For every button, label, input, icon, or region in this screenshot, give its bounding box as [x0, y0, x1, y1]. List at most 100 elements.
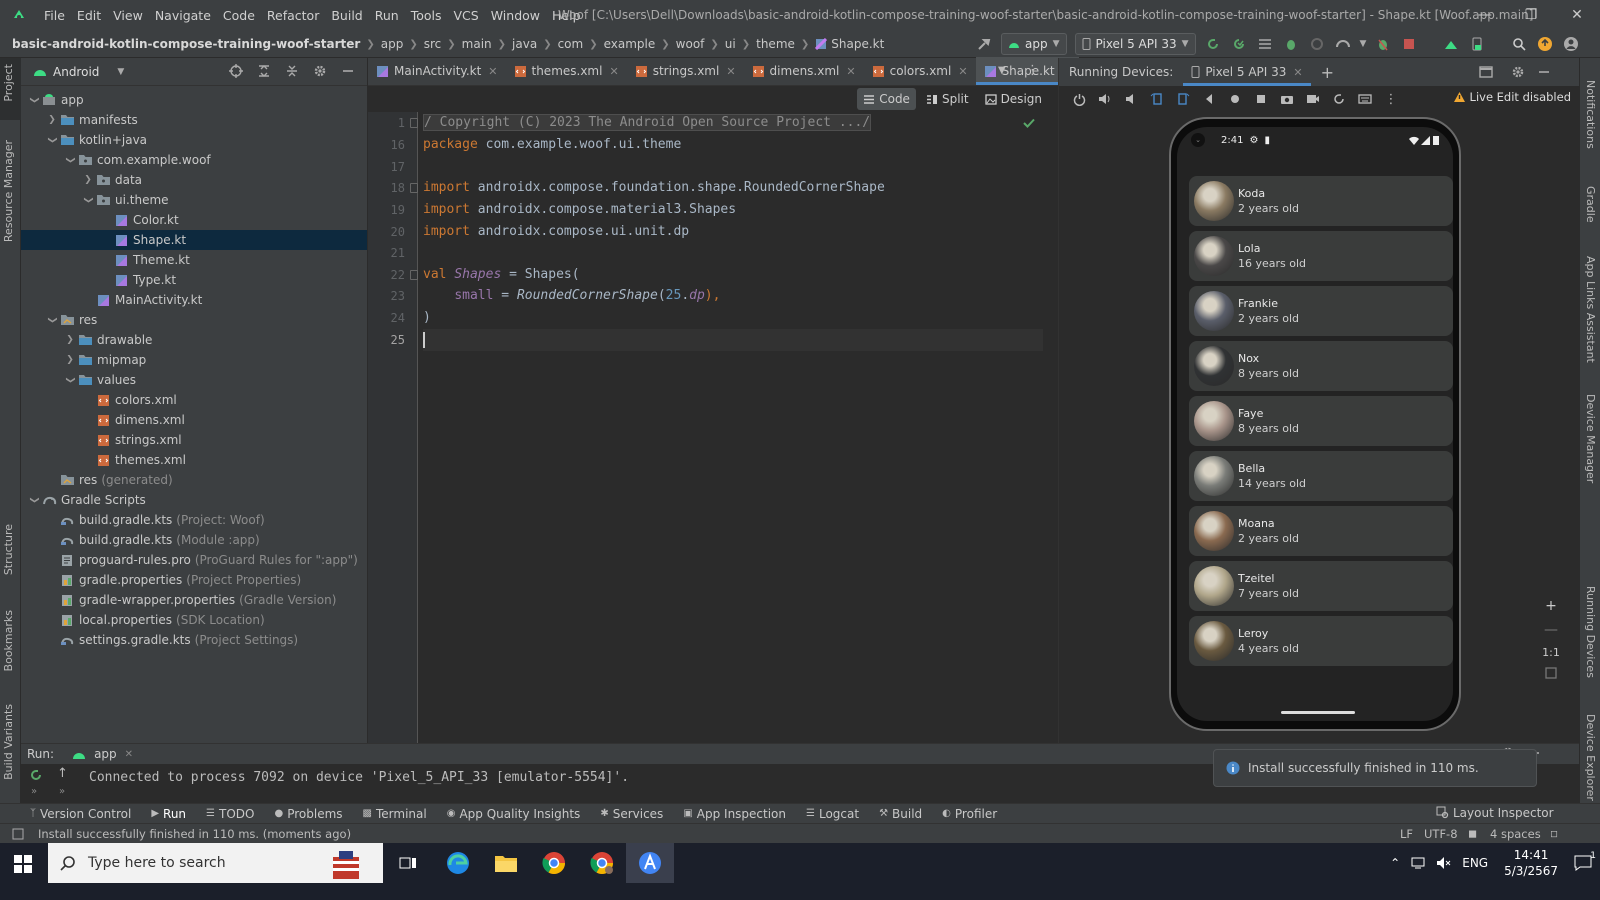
- tool-window-run[interactable]: ▶ Run: [151, 807, 186, 821]
- tool-window-version-control[interactable]: ᛉ Version Control: [30, 807, 131, 821]
- editor-tab[interactable]: themes.xml ✕: [506, 57, 627, 85]
- tree-item[interactable]: ❯ data: [21, 170, 367, 190]
- tree-item[interactable]: ❯ drawable: [21, 330, 367, 350]
- lock-icon[interactable]: ◼: [1468, 827, 1477, 840]
- tree-item[interactable]: colors.xml: [21, 390, 367, 410]
- tree-item[interactable]: themes.xml: [21, 450, 367, 470]
- dog-card[interactable]: Frankie 2 years old: [1189, 286, 1453, 336]
- layout-inspector-button[interactable]: Layout Inspector: [1436, 806, 1554, 820]
- volume-up-icon[interactable]: [1095, 89, 1115, 109]
- speaker-muted-icon[interactable]: [1436, 856, 1452, 870]
- project-view-selector[interactable]: Android: [53, 65, 99, 79]
- tree-item[interactable]: gradle.properties (Project Properties): [21, 570, 367, 590]
- apply-changes-icon[interactable]: [1230, 35, 1248, 53]
- code-line[interactable]: import androidx.compose.foundation.shape…: [423, 177, 885, 199]
- close-icon[interactable]: ✕: [846, 65, 855, 78]
- chevron-down-icon[interactable]: ▼: [117, 67, 124, 77]
- close-icon[interactable]: ✕: [726, 65, 735, 78]
- android-studio-taskbar-icon[interactable]: [626, 843, 674, 883]
- console-output[interactable]: Connected to process 7092 on device 'Pix…: [89, 770, 629, 785]
- app-links-tool-tab[interactable]: App Links Assistant: [1584, 256, 1597, 363]
- network-icon[interactable]: [1410, 856, 1426, 870]
- device-explorer-tool-tab[interactable]: Device Explorer: [1584, 714, 1597, 801]
- screenshot-icon[interactable]: [1277, 89, 1297, 109]
- tool-window-services[interactable]: ✱ Services: [600, 807, 663, 821]
- tool-window-profiler[interactable]: ◐ Profiler: [942, 807, 997, 821]
- code-view-button[interactable]: Code: [857, 88, 916, 110]
- more-options-icon[interactable]: ⋮: [1026, 63, 1039, 78]
- breadcrumb-item[interactable]: theme: [756, 37, 795, 51]
- chevron-up-icon[interactable]: ⌃: [1390, 856, 1400, 870]
- device-selector[interactable]: Pixel 5 API 33 ▼: [1074, 33, 1196, 55]
- reset-icon[interactable]: [1329, 89, 1349, 109]
- list-icon[interactable]: [1256, 35, 1274, 53]
- editor-tab[interactable]: colors.xml ✕: [864, 57, 976, 85]
- tree-item[interactable]: ❯ ui.theme: [21, 190, 367, 210]
- structure-tool-tab[interactable]: Structure: [2, 524, 15, 575]
- stop-icon[interactable]: [1400, 35, 1418, 53]
- breadcrumb-item[interactable]: Shape.kt: [831, 37, 884, 51]
- breadcrumb-item[interactable]: src: [424, 37, 442, 51]
- screen-record-icon[interactable]: [1303, 89, 1323, 109]
- power-icon[interactable]: [1069, 89, 1089, 109]
- status-message[interactable]: Install successfully finished in 110 ms.…: [38, 827, 351, 841]
- dog-card[interactable]: Nox 8 years old: [1189, 341, 1453, 391]
- tree-item[interactable]: Theme.kt: [21, 250, 367, 270]
- code-line[interactable]: import androidx.compose.material3.Shapes: [423, 199, 736, 221]
- close-icon[interactable]: ✕: [488, 65, 497, 78]
- tree-item[interactable]: ❯ Gradle Scripts: [21, 490, 367, 510]
- chevron-down-icon[interactable]: ❯: [65, 153, 75, 167]
- menu-code[interactable]: Code: [223, 8, 255, 23]
- tree-item[interactable]: ❯ values: [21, 370, 367, 390]
- keyboard-icon[interactable]: [1355, 89, 1375, 109]
- menu-window[interactable]: Window: [491, 8, 540, 23]
- language-indicator[interactable]: ENG: [1462, 856, 1488, 870]
- more-vert-icon[interactable]: ⋮: [1381, 89, 1401, 109]
- tree-item[interactable]: Color.kt: [21, 210, 367, 230]
- dog-card[interactable]: Bella 14 years old: [1189, 451, 1453, 501]
- chevron-right-icon[interactable]: ❯: [63, 355, 77, 365]
- breadcrumb-item[interactable]: example: [604, 37, 656, 51]
- split-view-button[interactable]: Split: [920, 88, 975, 110]
- editor-tab[interactable]: MainActivity.kt ✕: [368, 57, 506, 85]
- chevron-down-icon[interactable]: ❯: [47, 313, 57, 327]
- breadcrumb-item[interactable]: com: [558, 37, 584, 51]
- close-icon[interactable]: ✕: [958, 65, 967, 78]
- close-icon[interactable]: ✕: [609, 65, 618, 78]
- gesture-nav-bar[interactable]: [1281, 711, 1355, 714]
- updates-icon[interactable]: [1536, 35, 1554, 53]
- chevron-right-icon[interactable]: ❯: [63, 335, 77, 345]
- tree-item[interactable]: build.gradle.kts (Module :app): [21, 530, 367, 550]
- editor-tab[interactable]: dimens.xml ✕: [744, 57, 864, 85]
- tool-window-terminal[interactable]: ▩ Terminal: [363, 807, 427, 821]
- breadcrumb-item[interactable]: app: [381, 37, 404, 51]
- overview-icon[interactable]: [1251, 89, 1271, 109]
- device-manager-tool-tab[interactable]: Device Manager: [1584, 394, 1597, 483]
- breadcrumb-item[interactable]: java: [512, 37, 537, 51]
- menu-edit[interactable]: Edit: [77, 8, 101, 23]
- device-mirroring-icon[interactable]: [1442, 35, 1460, 53]
- rerun-icon[interactable]: [1204, 35, 1222, 53]
- fold-marker-icon[interactable]: [410, 183, 418, 193]
- add-device-icon[interactable]: +: [1321, 63, 1334, 82]
- menu-vcs[interactable]: VCS: [454, 8, 479, 23]
- chevron-right-icon[interactable]: ❯: [81, 175, 95, 185]
- tree-item[interactable]: ❯ manifests: [21, 110, 367, 130]
- tool-window-problems[interactable]: ● Problems: [274, 807, 342, 821]
- profile-icon[interactable]: [1308, 35, 1326, 53]
- tree-item[interactable]: ❯ com.example.woof: [21, 150, 367, 170]
- chrome-icon[interactable]: [530, 843, 578, 883]
- rerun-icon[interactable]: [29, 768, 43, 782]
- panel-toggle-icon[interactable]: [12, 828, 24, 840]
- notifications-tool-tab[interactable]: Notifications: [1584, 80, 1597, 149]
- gradle-tool-tab[interactable]: Gradle: [1584, 186, 1597, 223]
- chevron-down-icon[interactable]: ❯: [65, 373, 75, 387]
- taskbar-search[interactable]: Type here to search: [48, 843, 383, 883]
- menu-view[interactable]: View: [113, 8, 143, 23]
- tree-item[interactable]: MainActivity.kt: [21, 290, 367, 310]
- tree-item[interactable]: ❯ kotlin+java: [21, 130, 367, 150]
- code-line[interactable]: small = RoundedCornerShape(25.dp),: [423, 285, 720, 307]
- chevron-down-icon[interactable]: ❯: [83, 193, 93, 207]
- menu-run[interactable]: Run: [375, 8, 399, 23]
- breadcrumb-root[interactable]: basic-android-kotlin-compose-training-wo…: [12, 37, 360, 51]
